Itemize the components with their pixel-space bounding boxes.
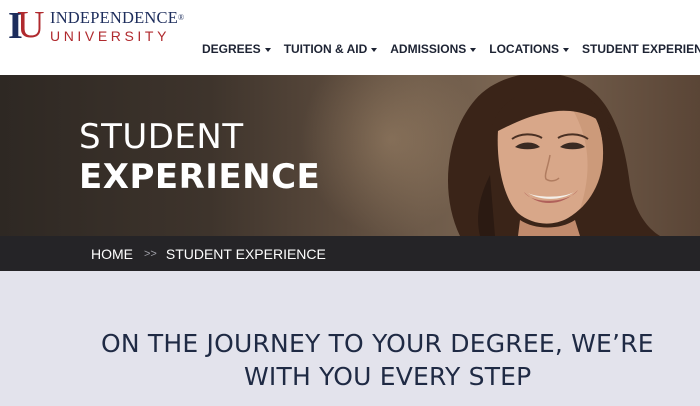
chevron-down-icon bbox=[264, 47, 271, 52]
nav-admissions[interactable]: ADMISSIONS bbox=[390, 42, 477, 56]
main-navigation: DEGREES TUITION & AID ADMISSIONS LOCATIO… bbox=[202, 42, 700, 56]
breadcrumb-home-link[interactable]: HOME bbox=[91, 246, 133, 262]
breadcrumb-separator: >> bbox=[144, 247, 157, 260]
hero-banner: STUDENT EXPERIENCE bbox=[0, 75, 700, 236]
chevron-down-icon bbox=[470, 47, 477, 52]
logo-mark: I U bbox=[8, 4, 48, 46]
chevron-down-icon bbox=[563, 47, 570, 52]
student-portrait-image bbox=[448, 75, 660, 236]
page-heading-line2: WITH YOU EVERY STEP bbox=[244, 362, 532, 391]
logo-line-independence: INDEPENDENCE® bbox=[50, 8, 185, 27]
nav-locations[interactable]: LOCATIONS bbox=[489, 42, 570, 56]
logo-wordmark: INDEPENDENCE® UNIVERSITY bbox=[50, 8, 184, 45]
page-heading-line1: ON THE JOURNEY TO YOUR DEGREE, WE’RE bbox=[101, 329, 654, 358]
logo-mark-u: U bbox=[17, 4, 45, 46]
logo-line-university: UNIVERSITY bbox=[50, 28, 171, 44]
site-header: I U INDEPENDENCE® UNIVERSITY DEGREES TUI… bbox=[0, 0, 700, 75]
nav-tuition-aid[interactable]: TUITION & AID bbox=[284, 42, 378, 56]
breadcrumb: HOME >> STUDENT EXPERIENCE bbox=[0, 236, 700, 271]
nav-degrees[interactable]: DEGREES bbox=[202, 42, 271, 56]
chevron-down-icon bbox=[371, 47, 378, 52]
hero-title-line1: STUDENT bbox=[79, 117, 244, 157]
breadcrumb-current-page: STUDENT EXPERIENCE bbox=[165, 245, 326, 262]
nav-student-experience[interactable]: STUDENT EXPERIENCE bbox=[582, 42, 700, 56]
hero-title-line2: EXPERIENCE bbox=[79, 157, 321, 197]
university-logo[interactable]: I U INDEPENDENCE® UNIVERSITY bbox=[8, 4, 184, 46]
